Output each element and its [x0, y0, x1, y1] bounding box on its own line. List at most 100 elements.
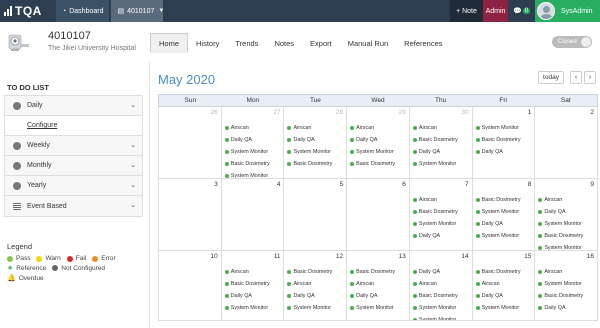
- machine-selector[interactable]: ▤ 4010107 ▼: [111, 0, 164, 22]
- calendar-event[interactable]: System Monitor: [538, 218, 595, 230]
- calendar-event[interactable]: System Monitor: [476, 302, 533, 314]
- calendar-event[interactable]: System Monitor: [350, 302, 407, 314]
- calendar-day-cell[interactable]: 28 Airscan Daily QA System Monitor Basic Dos…: [284, 107, 348, 179]
- calendar-event[interactable]: Daily QA: [413, 146, 470, 158]
- calendar-day-cell[interactable]: 9 Airscan Daily QA System Monitor Basic Dosi…: [535, 179, 599, 251]
- calendar-event[interactable]: Basic Dosimetry: [350, 158, 407, 170]
- calendar-event[interactable]: System Monitor: [225, 302, 282, 314]
- calendar-event[interactable]: Basic Dosimetry: [350, 266, 407, 278]
- calendar-event[interactable]: Daily QA: [350, 134, 407, 146]
- user-menu[interactable]: SysAdmin: [535, 0, 600, 22]
- calendar-event[interactable]: Daily QA: [413, 230, 470, 242]
- todo-monthly[interactable]: Monthly ⌄: [5, 156, 142, 176]
- calendar-event[interactable]: System Monitor: [225, 170, 282, 178]
- tab-export[interactable]: Export: [302, 33, 340, 53]
- calendar-day-cell[interactable]: 29 Airscan Daily QA System Monitor Basic Dos…: [347, 107, 410, 179]
- calendar-event[interactable]: Basic Dosimetry: [413, 134, 470, 146]
- calendar-day-cell[interactable]: 7 Airscan Basic Dosimetry System Monitor Dai…: [409, 179, 473, 251]
- calendar-event[interactable]: System Monitor: [413, 158, 470, 170]
- calendar-day-cell[interactable]: 5: [284, 179, 348, 251]
- calendar-event[interactable]: System Monitor: [476, 206, 533, 218]
- calendar-day-cell[interactable]: 10: [159, 251, 222, 321]
- calendar-day-cell[interactable]: 12 Basic Dosimetry Airscan Daily QA System M…: [284, 251, 348, 321]
- calendar-event[interactable]: Daily QA: [225, 134, 282, 146]
- calendar-event[interactable]: System Monitor: [225, 146, 282, 158]
- today-button[interactable]: today: [538, 71, 564, 84]
- calendar-event[interactable]: Airscan: [350, 122, 407, 134]
- calendar-event[interactable]: Airscan: [413, 278, 470, 290]
- tab-trends[interactable]: Trends: [227, 33, 266, 53]
- tab-home[interactable]: Home: [150, 33, 189, 53]
- calendar-event[interactable]: Daily QA: [287, 134, 344, 146]
- todo-weekly[interactable]: Weekly ⌄: [5, 136, 142, 156]
- calendar-event[interactable]: Basic Dosimetry: [287, 266, 344, 278]
- calendar-event[interactable]: Daily QA: [413, 266, 470, 278]
- calendar-day-cell[interactable]: 27 Airscan Daily QA System Monitor Basic Dos…: [221, 107, 285, 179]
- tqa-logo[interactable]: TQA: [0, 0, 56, 22]
- calendar-event[interactable]: Airscan: [225, 122, 282, 134]
- calendar-day-cell[interactable]: 16 Airscan System Monitor Basic Dosimetry Da…: [535, 251, 599, 321]
- calendar-event[interactable]: Airscan: [287, 122, 344, 134]
- todo-daily[interactable]: Daily ⌄: [5, 96, 142, 116]
- calendar-event[interactable]: System Monitor: [413, 302, 470, 314]
- calendar-event[interactable]: System Monitor: [538, 242, 595, 250]
- calendar-day-cell[interactable]: 8 Basic Dosimetry System Monitor Daily QA Sy…: [472, 179, 536, 251]
- calendar-event[interactable]: System Monitor: [476, 122, 533, 134]
- calendar-event[interactable]: Daily QA: [287, 290, 344, 302]
- calendar-event[interactable]: Airscan: [287, 278, 344, 290]
- calendar-event[interactable]: System Monitor: [476, 230, 533, 242]
- calendar-event[interactable]: Daily QA: [350, 290, 407, 302]
- calendar-day-cell[interactable]: 6: [347, 179, 410, 251]
- calendar-day-cell[interactable]: 4: [221, 179, 285, 251]
- add-note-button[interactable]: + Note: [450, 0, 483, 22]
- tab-history[interactable]: History: [188, 33, 227, 53]
- calendar-event[interactable]: Daily QA: [476, 218, 533, 230]
- admin-button[interactable]: Admin: [483, 0, 508, 22]
- calendar-event[interactable]: Daily QA: [538, 206, 595, 218]
- calendar-event[interactable]: Daily QA: [538, 302, 595, 314]
- calendar-day-cell[interactable]: 14 Daily QA Airscan Basic Dosimetry System M…: [409, 251, 473, 321]
- calendar-event[interactable]: Airscan: [476, 278, 533, 290]
- closed-toggle[interactable]: Closed: [552, 36, 592, 48]
- calendar-day-cell[interactable]: 13 Basic Dosimetry Airscan Daily QA System M…: [347, 251, 410, 321]
- calendar-day-cell[interactable]: 3: [159, 179, 222, 251]
- chevron-right-icon[interactable]: ›: [584, 71, 596, 84]
- calendar-day-cell[interactable]: 11 Airscan Basic Dosimetry Daily QA System M…: [221, 251, 285, 321]
- calendar-event[interactable]: Basic Dosimetry: [413, 206, 470, 218]
- configure-link[interactable]: Configure: [5, 116, 142, 136]
- calendar-day-cell[interactable]: 26: [159, 107, 222, 179]
- calendar-event[interactable]: Airscan: [225, 266, 282, 278]
- calendar-event[interactable]: Airscan: [350, 278, 407, 290]
- calendar-event[interactable]: System Monitor: [287, 302, 344, 314]
- calendar-event[interactable]: Airscan: [413, 194, 470, 206]
- calendar-event[interactable]: Airscan: [538, 266, 595, 278]
- calendar-event[interactable]: Daily QA: [476, 146, 533, 158]
- tab-manual-run[interactable]: Manual Run: [340, 33, 396, 53]
- calendar-day-cell[interactable]: 2: [535, 107, 599, 179]
- calendar-day-cell[interactable]: 30 Airscan Basic Dosimetry Daily QA System M…: [409, 107, 473, 179]
- calendar-event[interactable]: Airscan: [413, 122, 470, 134]
- calendar-event[interactable]: System Monitor: [538, 278, 595, 290]
- calendar-event[interactable]: Basic Dosimetry: [538, 290, 595, 302]
- calendar-event[interactable]: Basic Dosimetry: [476, 134, 533, 146]
- calendar-event[interactable]: Basic Dosimetry: [287, 158, 344, 170]
- todo-yearly[interactable]: Yearly ⌄: [5, 176, 142, 196]
- calendar-event[interactable]: Basic Dosimetry: [476, 194, 533, 206]
- calendar-event[interactable]: System Monitor: [350, 146, 407, 158]
- tab-references[interactable]: References: [396, 33, 450, 53]
- calendar-event[interactable]: Basic Dosimetry: [538, 230, 595, 242]
- calendar-event[interactable]: Basic Dosimetry: [413, 290, 470, 302]
- messages-button[interactable]: 💬 0: [508, 0, 535, 22]
- chevron-left-icon[interactable]: ‹: [570, 71, 582, 84]
- calendar-day-cell[interactable]: 15 Basic Dosimetry Airscan Daily QA System M…: [472, 251, 536, 321]
- calendar-event[interactable]: Basic Dosimetry: [225, 278, 282, 290]
- dashboard-button[interactable]: ◔ Dashboard: [56, 0, 110, 22]
- tab-notes[interactable]: Notes: [266, 33, 302, 53]
- calendar-event[interactable]: Basic Dosimetry: [225, 158, 282, 170]
- calendar-event[interactable]: Basic Dosimetry: [476, 266, 533, 278]
- calendar-event[interactable]: Airscan: [538, 194, 595, 206]
- calendar-event[interactable]: Daily QA: [225, 290, 282, 302]
- calendar-event[interactable]: System Monitor: [413, 314, 470, 320]
- calendar-event[interactable]: System Monitor: [413, 218, 470, 230]
- calendar-event[interactable]: System Monitor: [287, 146, 344, 158]
